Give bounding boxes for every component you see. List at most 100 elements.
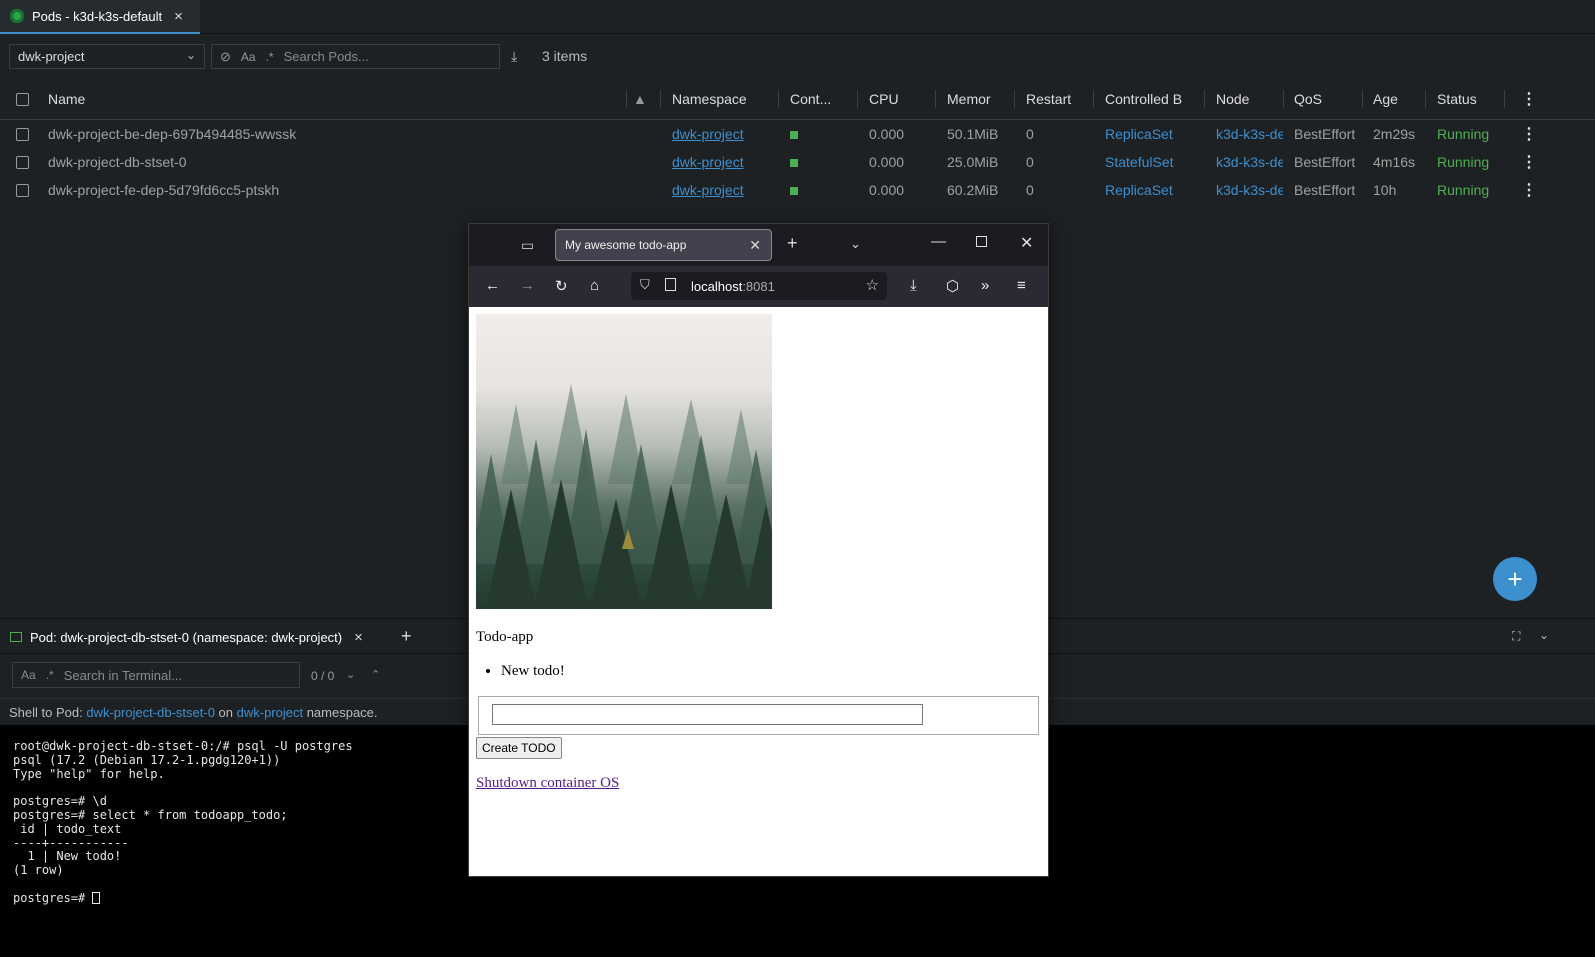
column-divider xyxy=(778,90,779,108)
search-pods-input[interactable]: ⊘ Aa .* Search Pods... xyxy=(211,44,500,69)
column-divider xyxy=(1425,90,1426,108)
row-menu-icon[interactable]: ⋮ xyxy=(1521,180,1537,200)
url-bar[interactable]: ⛉ localhost:8081 ☆ xyxy=(631,272,887,300)
warning-icon[interactable]: ▲ xyxy=(633,91,647,107)
todo-input[interactable] xyxy=(492,704,923,725)
next-match-icon[interactable]: ⌄ xyxy=(346,668,355,681)
row-checkbox[interactable] xyxy=(16,156,29,169)
container-status-indicator xyxy=(790,131,798,139)
table-row[interactable]: dwk-project-db-stset-0 dwk-project 0.000… xyxy=(0,148,1595,176)
close-tab-button[interactable]: × xyxy=(174,8,183,25)
table-row[interactable]: dwk-project-be-dep-697b494485-wwssk dwk-… xyxy=(0,120,1595,148)
forward-icon[interactable]: → xyxy=(520,277,535,294)
column-menu-icon[interactable]: ⋮ xyxy=(1521,89,1537,109)
add-dock-tab-button[interactable]: + xyxy=(401,626,412,647)
node-link[interactable]: k3d-k3s-de xyxy=(1216,182,1283,198)
match-case-toggle[interactable]: Aa xyxy=(241,50,256,64)
row-checkbox[interactable] xyxy=(16,184,29,197)
close-window-button[interactable]: ✕ xyxy=(1020,233,1033,253)
shell-suffix: namespace. xyxy=(303,705,378,720)
col-containers[interactable]: Cont... xyxy=(790,91,831,107)
home-icon[interactable]: ⌂ xyxy=(590,277,599,294)
namespace-select[interactable]: dwk-project ⌄ xyxy=(9,44,205,69)
close-icon[interactable]: ✕ xyxy=(749,237,761,254)
match-case-toggle[interactable]: Aa xyxy=(21,668,36,682)
toolbar: dwk-project ⌄ ⊘ Aa .* Search Pods... ⤓ 3… xyxy=(0,34,1595,78)
filter-off-icon[interactable]: ⊘ xyxy=(220,49,231,65)
search-placeholder: Search Pods... xyxy=(283,49,369,64)
shutdown-link[interactable]: Shutdown container OS xyxy=(476,775,619,792)
close-dock-tab-button[interactable]: × xyxy=(354,629,363,646)
col-cpu[interactable]: CPU xyxy=(869,91,899,107)
controlled-by-link[interactable]: StatefulSet xyxy=(1105,154,1174,170)
maximize-button[interactable] xyxy=(976,236,987,247)
column-divider xyxy=(1204,90,1205,108)
extensions-icon[interactable]: ⬡ xyxy=(946,277,959,295)
tab-pods[interactable]: Pods - k3d-k3s-default × xyxy=(0,0,200,34)
column-divider xyxy=(857,90,858,108)
table-row[interactable]: dwk-project-fe-dep-5d79fd6cc5-ptskh dwk-… xyxy=(0,176,1595,204)
col-namespace[interactable]: Namespace xyxy=(672,91,747,107)
overflow-menu-icon[interactable]: » xyxy=(981,277,989,294)
chevron-down-icon[interactable]: ⌄ xyxy=(1539,628,1549,642)
reload-icon[interactable]: ↻ xyxy=(555,277,568,295)
memory-value: 50.1MiB xyxy=(947,126,999,142)
browser-tab[interactable]: My awesome todo-app ✕ xyxy=(555,229,772,261)
col-age[interactable]: Age xyxy=(1373,91,1398,107)
col-status[interactable]: Status xyxy=(1437,91,1477,107)
chevron-down-icon[interactable]: ⌄ xyxy=(850,236,861,252)
tab-pod-shell[interactable]: Pod: dwk-project-db-stset-0 (namespace: … xyxy=(0,619,392,655)
node-link[interactable]: k3d-k3s-de xyxy=(1216,154,1283,170)
tab-overview-icon[interactable]: ▭ xyxy=(521,237,534,254)
todo-app-page: Todo-app New todo! Create TODO Shutdown … xyxy=(469,307,1048,876)
browser-tab-title: My awesome todo-app xyxy=(565,238,687,252)
terminal-prompt-line: postgres=# xyxy=(13,890,1582,906)
forest-illustration xyxy=(476,384,772,609)
regex-toggle[interactable]: .* xyxy=(266,50,274,64)
row-checkbox[interactable] xyxy=(16,128,29,141)
namespace-link[interactable]: dwk-project xyxy=(672,154,744,170)
qos-value: BestEffort xyxy=(1294,126,1356,142)
namespace-link[interactable]: dwk-project xyxy=(672,182,744,198)
downloads-icon[interactable]: ⤓ xyxy=(910,277,917,294)
col-qos[interactable]: QoS xyxy=(1294,91,1322,107)
page-icon xyxy=(665,278,676,291)
hamburger-menu-icon[interactable]: ≡ xyxy=(1017,277,1026,294)
row-menu-icon[interactable]: ⋮ xyxy=(1521,152,1537,172)
col-restarts[interactable]: Restart xyxy=(1026,91,1081,107)
shell-namespace-link[interactable]: dwk-project xyxy=(237,705,303,720)
age-value: 10h xyxy=(1373,182,1397,198)
regex-toggle[interactable]: .* xyxy=(46,668,54,682)
kubernetes-icon xyxy=(10,9,24,23)
new-tab-button[interactable]: + xyxy=(787,233,798,254)
row-menu-icon[interactable]: ⋮ xyxy=(1521,124,1537,144)
bookmark-star-icon[interactable]: ☆ xyxy=(866,276,879,294)
namespace-link[interactable]: dwk-project xyxy=(672,126,744,142)
restarts-value: 0 xyxy=(1026,126,1034,142)
shield-icon[interactable]: ⛉ xyxy=(640,277,650,293)
download-icon[interactable]: ⤓ xyxy=(511,48,517,65)
previous-match-icon[interactable]: ⌃ xyxy=(371,668,380,681)
col-memory[interactable]: Memor xyxy=(947,91,1002,107)
qos-value: BestEffort xyxy=(1294,182,1356,198)
col-name[interactable]: Name xyxy=(48,91,85,107)
controlled-by-link[interactable]: ReplicaSet xyxy=(1105,126,1173,142)
url-host: localhost xyxy=(691,279,743,294)
cpu-value: 0.000 xyxy=(869,154,905,170)
controlled-by-link[interactable]: ReplicaSet xyxy=(1105,182,1173,198)
back-icon[interactable]: ← xyxy=(485,277,500,294)
fullscreen-icon[interactable]: ⛶ xyxy=(1512,629,1520,644)
shell-pod-link[interactable]: dwk-project-db-stset-0 xyxy=(86,705,215,720)
col-controlled-by[interactable]: Controlled B xyxy=(1105,91,1190,107)
col-node[interactable]: Node xyxy=(1216,91,1249,107)
select-all-checkbox[interactable] xyxy=(16,93,29,106)
create-todo-button[interactable]: Create TODO xyxy=(476,737,562,759)
terminal-search-input[interactable]: Aa .* Search in Terminal... xyxy=(12,662,300,688)
restarts-value: 0 xyxy=(1026,182,1034,198)
terminal-prompt: postgres=# xyxy=(13,890,93,905)
node-link[interactable]: k3d-k3s-de xyxy=(1216,126,1283,142)
add-resource-button[interactable]: + xyxy=(1493,557,1537,601)
qos-value: BestEffort xyxy=(1294,154,1356,170)
minimize-button[interactable]: — xyxy=(931,233,946,250)
